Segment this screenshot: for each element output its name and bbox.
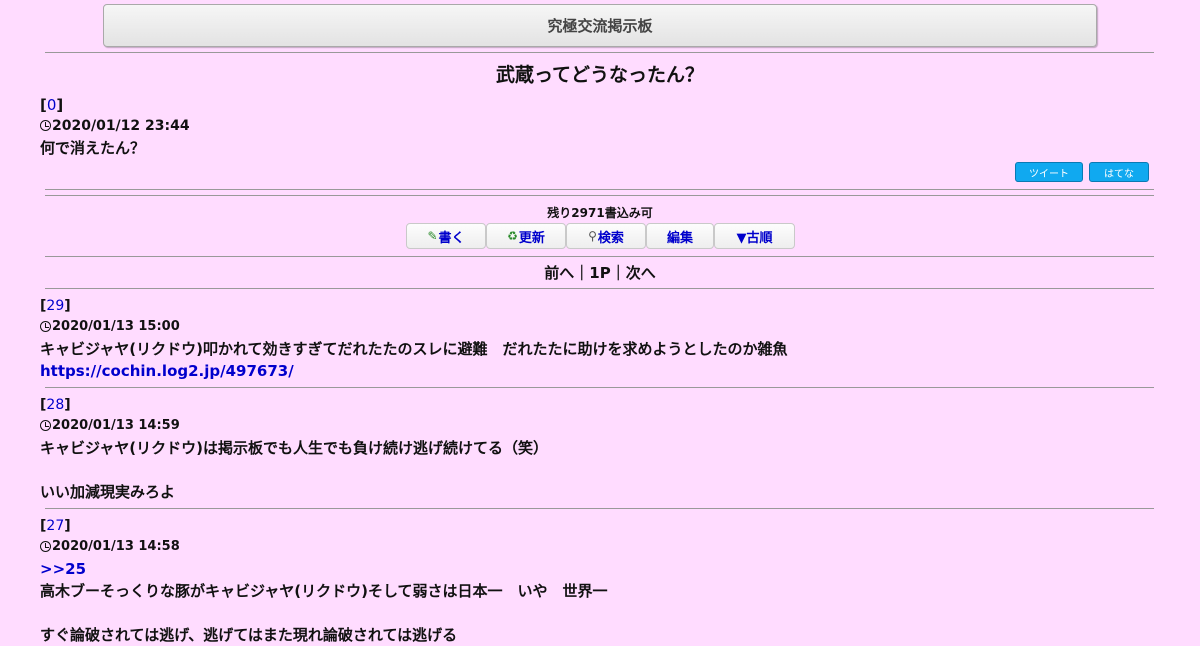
clock-icon: [40, 320, 51, 332]
post-body: 何で消えたん？: [40, 139, 146, 157]
post-number-link[interactable]: 28: [46, 397, 64, 413]
hatena-button[interactable]: はてな: [1089, 162, 1149, 182]
search-button[interactable]: ⚲ 検索: [566, 223, 646, 249]
next-page-link[interactable]: 次へ: [626, 264, 656, 282]
post-number-link[interactable]: 27: [46, 518, 64, 534]
thread-toolbar: ✎ 書く ♻ 更新 ⚲ 検索 編集 ▼古順: [406, 223, 795, 249]
clock-icon: [40, 419, 51, 431]
pager-separator: ｜: [574, 264, 590, 282]
write-button[interactable]: ✎ 書く: [406, 223, 486, 249]
post-date: 2020/01/13 15:00: [40, 316, 1150, 338]
post-number-link[interactable]: 0: [47, 96, 57, 114]
prev-page-link[interactable]: 前へ: [544, 264, 574, 282]
pager: 前へ｜1P｜次へ: [0, 262, 1200, 283]
post-number: [29]: [40, 298, 71, 314]
order-label: ▼古順: [736, 230, 773, 246]
post-date: 2020/01/12 23:44: [40, 115, 1150, 137]
board-title: 究極交流掲示板: [547, 17, 653, 35]
tweet-button[interactable]: ツイート: [1015, 162, 1083, 182]
post-number: [0]: [40, 96, 64, 114]
op-post: [0] 2020/01/12 23:44 何で消えたん？: [40, 95, 1150, 159]
divider: [45, 508, 1154, 509]
post-number: [27]: [40, 518, 71, 534]
thread-title: 武蔵ってどうなったん？: [495, 64, 705, 86]
post-body-line: すぐ論破されては逃げ、逃げてはまた現れ論破されては逃げる: [40, 626, 458, 644]
refresh-icon: ♻: [507, 229, 518, 243]
post-28: [28] 2020/01/13 14:59 キャビジャヤ(リクドウ)は掲示板でも…: [40, 395, 1150, 503]
post-number-link[interactable]: 29: [46, 298, 64, 314]
divider: [45, 288, 1154, 289]
post-url-link[interactable]: https://cochin.log2.jp/497673/: [40, 360, 1150, 382]
post-date-text: 2020/01/13 14:59: [52, 418, 180, 433]
search-icon: ⚲: [588, 229, 597, 243]
post-number: [28]: [40, 397, 71, 413]
share-buttons: ツイート はてな: [1015, 162, 1149, 182]
divider: [45, 387, 1154, 388]
post-date-text: 2020/01/13 14:58: [52, 539, 180, 554]
board-title-bar[interactable]: 究極交流掲示板: [103, 4, 1097, 47]
edit-label: 編集: [666, 230, 693, 246]
clock-icon: [40, 540, 51, 552]
divider: [45, 189, 1154, 190]
post-body-line: キャビジャヤ(リクドウ)叩かれて効きすぎてだれたたのスレに避難 だれたたに助けを…: [40, 340, 788, 358]
pager-separator: ｜: [610, 264, 626, 282]
post-body-line: 高木ブーそっくりな豚がキャビジャヤ(リクドウ)そして弱さは日本一 いや 世界一: [40, 582, 608, 600]
divider: [45, 52, 1154, 53]
post-date: 2020/01/13 14:58: [40, 536, 1150, 558]
edit-button[interactable]: 編集: [646, 223, 714, 249]
page-1-link[interactable]: 1P: [589, 264, 610, 282]
post-body-line: キャビジャヤ(リクドウ)は掲示板でも人生でも負け続け逃げ続けてる（笑）: [40, 439, 548, 457]
remaining-count: 残り2971書込み可: [547, 206, 653, 220]
write-label: 書く: [438, 230, 465, 246]
clock-icon: [40, 119, 51, 131]
divider: [45, 256, 1154, 257]
search-label: 検索: [597, 230, 624, 246]
refresh-label: 更新: [518, 230, 545, 246]
order-button[interactable]: ▼古順: [714, 223, 795, 249]
post-date-text: 2020/01/12 23:44: [52, 118, 190, 134]
post-body-line: いい加減現実みろよ: [40, 483, 176, 501]
post-date: 2020/01/13 14:59: [40, 415, 1150, 437]
divider: [45, 195, 1154, 196]
reply-anchor-link[interactable]: >>25: [40, 558, 1150, 580]
pencil-icon: ✎: [427, 229, 438, 243]
post-27: [27] 2020/01/13 14:58 >>25 高木ブーそっくりな豚がキャ…: [40, 516, 1150, 646]
refresh-button[interactable]: ♻ 更新: [486, 223, 566, 249]
post-date-text: 2020/01/13 15:00: [52, 319, 180, 334]
post-29: [29] 2020/01/13 15:00 キャビジャヤ(リクドウ)叩かれて効き…: [40, 296, 1150, 382]
